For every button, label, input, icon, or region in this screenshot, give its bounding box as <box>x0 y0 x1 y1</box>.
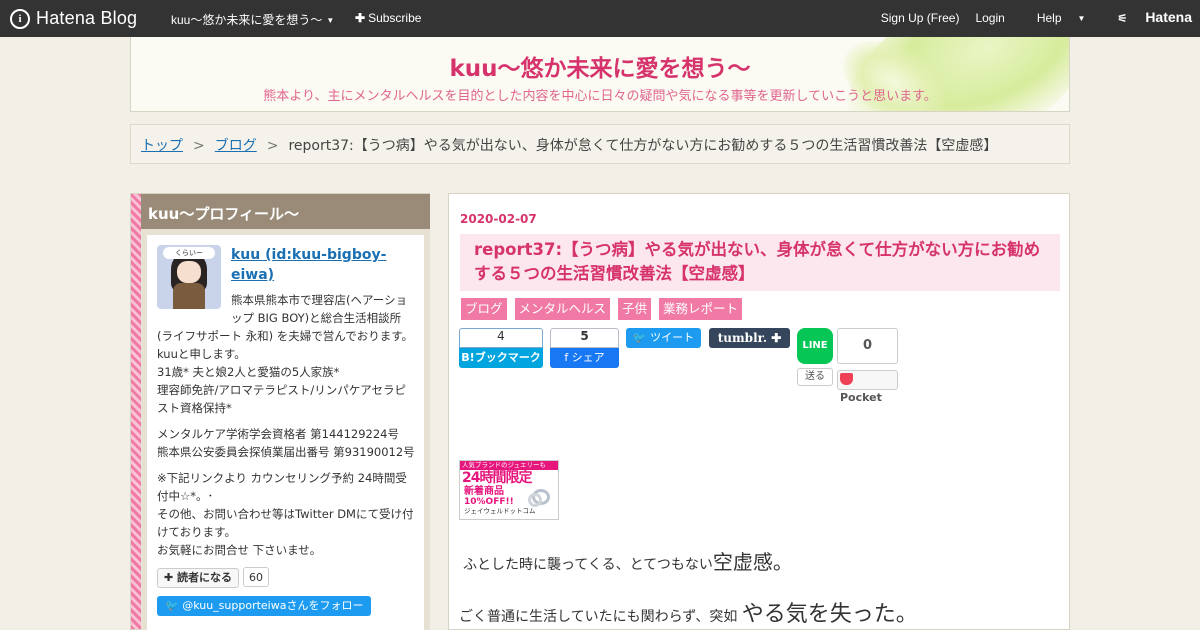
entry-date[interactable]: 2020-02-07 <box>460 212 537 226</box>
twitter-follow-label: @kuu_supporteiwaさんをフォロー <box>182 599 364 612</box>
tweet-button[interactable]: 🐦 ツイート <box>626 328 701 348</box>
ad-text: 24時間限定 <box>462 470 532 486</box>
hatebu-button[interactable]: B!ブックマーク <box>459 348 543 368</box>
sidebar-title: kuu～プロフィール～ <box>141 194 430 229</box>
subscribe-reader-button[interactable]: ✚ 読者になる <box>157 568 240 588</box>
category-tag[interactable]: メンタルヘルス <box>514 298 611 320</box>
body-text: ふとした時に襲ってくる、とてつもない <box>463 557 713 573</box>
plus-icon: ✚ <box>164 571 178 584</box>
hatena-logo-label: Hatena <box>1145 9 1192 25</box>
hatena-mark-icon: ⚟ <box>1117 13 1128 25</box>
profile-notes: ※下記リンクより カウンセリング予約 24時間受付中☆*。･ その他、お問い合わ… <box>157 469 416 559</box>
category-tag[interactable]: ブログ <box>461 298 507 320</box>
hatena-logo-link[interactable]: ⚟ Hatena <box>1101 9 1192 25</box>
entry-body-paragraph: ごく普通に生活していたにも関わらず、突如 やる気を失った。 <box>459 596 918 628</box>
plus-icon: ✚ <box>355 11 366 25</box>
bio-line: 31歳* 夫と娘2人と愛猫の5人家族* <box>157 365 340 379</box>
ad-text: ジェイウェルドットコム <box>464 507 536 515</box>
entry-body-paragraph: ふとした時に襲ってくる、とてつもない空虚感。 <box>463 546 793 575</box>
tumblr-button[interactable]: tumblr. ✚ <box>709 328 790 348</box>
pocket-count: 0 <box>837 328 898 364</box>
facebook-share-button[interactable]: f シェア <box>550 348 619 368</box>
ad-text: 人気ブランドのジュエリーも <box>460 461 558 470</box>
reader-count: 60 <box>243 567 270 587</box>
bio-line: kuuと申します。 <box>157 347 246 361</box>
subscribe-label: Subscribe <box>368 11 422 25</box>
hatena-blog-logo[interactable]: i Hatena Blog <box>10 8 137 29</box>
note-line: お気軽にお問合せ 下さいませ。 <box>157 543 322 557</box>
subscribe-button[interactable]: ✚ Subscribe <box>355 11 421 25</box>
hatebu-count: 4 <box>459 328 543 348</box>
entry-title[interactable]: report37:【うつ病】やる気が出ない、身体が怠くて仕方がない方にお勧めする… <box>460 234 1060 291</box>
tweet-label: ツイート <box>650 331 695 344</box>
twitter-bird-icon: 🐦 <box>632 331 651 344</box>
ad-banner[interactable]: 人気ブランドのジュエリーも 24時間限定 新着商品 10%OFF!! ジェイウェ… <box>459 460 559 520</box>
global-header: i Hatena Blog kuu～悠か未来に愛を想う～ ▼ ✚ Subscribe… <box>0 0 1200 37</box>
signup-link[interactable]: Sign Up (Free) <box>881 11 960 25</box>
bio-line: 理容師免許/アロマテラピスト/リンパケアセラピスト資格保持* <box>157 383 407 415</box>
caret-down-icon: ▼ <box>1077 14 1086 23</box>
line-button[interactable]: LINE <box>797 328 833 364</box>
pocket-button[interactable]: Pocket <box>837 370 898 404</box>
login-link[interactable]: Login <box>975 11 1004 25</box>
help-dropdown[interactable]: Help ▼ <box>1021 11 1086 25</box>
stripe-decoration <box>131 194 141 629</box>
line-send-label[interactable]: 送る <box>797 368 833 386</box>
twitter-bird-icon: 🐦 <box>165 599 183 612</box>
pocket-label: Pocket <box>840 391 882 404</box>
blog-title[interactable]: kuu～悠か未来に愛を想う～ <box>131 49 1069 83</box>
cert-line: メンタルケア学術学会資格者 第144129224号 <box>157 427 400 441</box>
profile-bio: 熊本県熊本市で理容店(ヘアーショップ BIG BOY)と総合生活相談所(ライフサ… <box>157 291 416 417</box>
ring-icon <box>528 493 542 507</box>
pocket-icon <box>840 373 853 385</box>
breadcrumb-top[interactable]: トップ <box>141 138 183 154</box>
sidebar-body: くらいー kuu (id:kuu-bigboy-eiwa) 熊本県熊本市で理容店… <box>141 229 430 630</box>
breadcrumb-separator: > <box>266 138 279 154</box>
avatar-speech-bubble: くらいー <box>163 247 215 259</box>
follow-row: ✚ 読者になる 60 <box>157 567 416 588</box>
hatena-logo-icon: i <box>10 8 30 29</box>
blog-description: 熊本より、主にメンタルヘルスを目的とした内容を中心に日々の疑問や気になる事等を更… <box>263 89 937 104</box>
hatena-blog-logo-text: Hatena Blog <box>36 8 138 28</box>
plus-icon: ✚ <box>767 331 782 345</box>
avatar[interactable]: くらいー <box>157 245 221 309</box>
avatar-face <box>177 261 201 283</box>
breadcrumb: トップ > ブログ > report37:【うつ病】やる気が出ない、身体が怠くて仕方がな… <box>130 124 1070 164</box>
blog-title-dropdown[interactable]: kuu～悠か未来に愛を想う～ ▼ <box>171 11 334 28</box>
body-text-emphasis: 空虚感。 <box>712 550 793 574</box>
facebook-count: 5 <box>550 328 619 348</box>
breadcrumb-current: report37:【うつ病】やる気が出ない、身体が怠くて仕方がない方にお勧めする… <box>288 138 998 154</box>
subscribe-reader-label: 読者になる <box>177 571 233 584</box>
cert-line: 熊本県公安委員会探偵業届出番号 第93190012号 <box>157 445 415 459</box>
breadcrumb-separator: > <box>193 138 205 154</box>
share-buttons: 4 B!ブックマーク 5 f シェア 🐦 ツイート tumblr. ✚ LINE… <box>459 328 1069 404</box>
sidebar-profile-module: kuu～プロフィール～ くらいー kuu (id:kuu-bigboy-eiwa… <box>130 193 430 630</box>
entry-categories: ブログ メンタルヘルス 子供 業務レポート <box>461 298 743 320</box>
category-tag[interactable]: 子供 <box>618 298 652 320</box>
body-text-emphasis: やる気を失った。 <box>741 602 918 627</box>
twitter-follow-button[interactable]: 🐦 @kuu_supporteiwaさんをフォロー <box>157 596 372 616</box>
tumblr-label: tumblr. <box>717 331 768 345</box>
global-header-right: Sign Up (Free) Login Help ▼ ⚟ Hatena <box>865 9 1192 25</box>
help-label: Help <box>1036 11 1062 25</box>
note-line: ※下記リンクより カウンセリング予約 24時間受付中☆*。･ <box>157 471 407 503</box>
breadcrumb-blog[interactable]: ブログ <box>215 138 257 154</box>
caret-down-icon: ▼ <box>326 16 335 25</box>
category-tag[interactable]: 業務レポート <box>659 298 743 320</box>
blog-header: kuu～悠か未来に愛を想う～ 熊本より、主にメンタルヘルスを目的とした内容を中心… <box>130 37 1070 112</box>
body-text: ごく普通に生活していたにも関わらず、突如 <box>459 609 738 625</box>
blog-title-dropdown-label: kuu～悠か未来に愛を想う～ <box>171 13 323 27</box>
profile-card: くらいー kuu (id:kuu-bigboy-eiwa) 熊本県熊本市で理容店… <box>147 235 424 630</box>
note-line: その他、お問い合わせ等はTwitter DMにて受け付けております。 <box>157 507 414 539</box>
avatar-body <box>173 283 205 309</box>
profile-certifications: メンタルケア学術学会資格者 第144129224号 熊本県公安委員会探偵業届出番… <box>157 425 416 461</box>
entry-article: 2020-02-07 report37:【うつ病】やる気が出ない、身体が怠くて仕… <box>448 193 1070 630</box>
